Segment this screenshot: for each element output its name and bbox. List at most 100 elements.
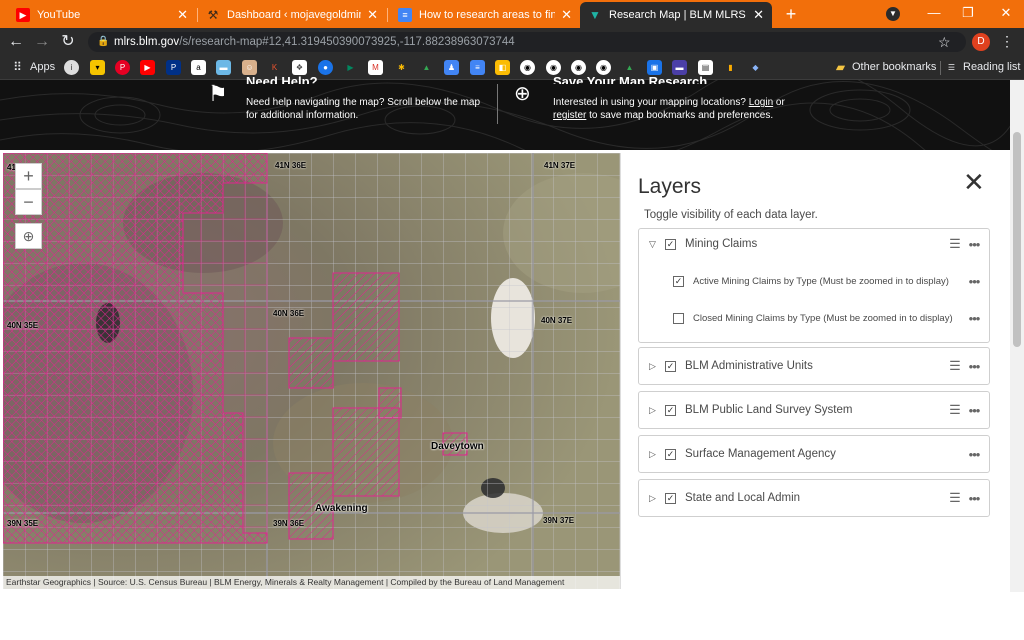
google-play-icon[interactable]: ▶: [343, 60, 358, 75]
url-path: /s/research-map#12,41.319450390073925,-1…: [179, 36, 515, 48]
layer-checkbox[interactable]: ✓: [665, 360, 676, 372]
bookmark-15-icon[interactable]: ▤: [698, 60, 713, 75]
minimize-icon[interactable]: —: [924, 3, 944, 23]
google-docs-bookmark-icon[interactable]: ≡: [470, 60, 485, 75]
close-window-icon[interactable]: ✕: [996, 3, 1016, 23]
browser-menu-icon[interactable]: ⋮: [1000, 33, 1014, 50]
bookmark-14-icon[interactable]: ▬: [672, 60, 687, 75]
bookmark-k-icon[interactable]: K: [267, 60, 282, 75]
layer-checkbox[interactable]: ✓: [665, 448, 676, 460]
drag-handle-icon[interactable]: ☰: [947, 358, 963, 374]
chevron-right-icon[interactable]: ▷: [649, 493, 661, 504]
drag-handle-icon[interactable]: ☰: [947, 236, 963, 252]
zoom-in-button[interactable]: +: [15, 163, 42, 189]
url-field[interactable]: 🔒 mlrs.blm.gov/s/research-map#12,41.3194…: [88, 32, 966, 52]
tab-dashboard[interactable]: ⚒ Dashboard ‹ mojavegoldmining.com ✕: [198, 2, 386, 28]
profile-media-icon[interactable]: ▼: [886, 7, 900, 21]
place-label: Awakening: [315, 503, 368, 514]
bookmark-9-icon[interactable]: ◉: [546, 60, 561, 75]
close-tab-icon[interactable]: ✕: [177, 7, 188, 23]
pinterest-icon[interactable]: P: [115, 60, 130, 75]
layer-row[interactable]: ▷ ✓ State and Local Admin ☰ •••: [639, 483, 991, 513]
more-options-icon[interactable]: •••: [963, 359, 985, 374]
bookmark-3-icon[interactable]: ☺: [242, 60, 257, 75]
chevron-right-icon[interactable]: ▷: [649, 405, 661, 416]
layer-row[interactable]: ▷ ✓ Surface Management Agency •••: [639, 439, 991, 469]
bookmark-11-icon[interactable]: ◉: [596, 60, 611, 75]
topographic-pattern: [0, 80, 1024, 150]
analytics-icon[interactable]: ▮: [723, 60, 738, 75]
amazon-icon[interactable]: a: [191, 60, 206, 75]
avatar[interactable]: D: [972, 33, 990, 51]
bookmark-2-icon[interactable]: ▬: [216, 60, 231, 75]
bookmark-star-icon[interactable]: ☆: [938, 32, 951, 52]
bookmark-12-icon[interactable]: ▲: [622, 60, 637, 75]
layer-label: BLM Administrative Units: [685, 360, 813, 372]
layer-checkbox[interactable]: ✓: [665, 404, 676, 416]
layer-row[interactable]: ▽ ✓ Mining Claims ☰ •••: [639, 229, 991, 259]
layer-row[interactable]: ▷ ✓ BLM Public Land Survey System ☰ •••: [639, 395, 991, 425]
layer-label: Surface Management Agency: [685, 448, 836, 460]
map-view[interactable]: 41N 36E 41N 37E 40N 35E 40N 36E 40N 37E …: [3, 153, 620, 589]
layer-checkbox[interactable]: ✓: [665, 238, 676, 250]
close-icon[interactable]: ✕: [963, 169, 985, 195]
bookmark-5-icon[interactable]: ●: [318, 60, 333, 75]
info-icon[interactable]: i: [64, 60, 79, 75]
tab-how-to-research[interactable]: ≡ How to research areas to find gold ✕: [390, 2, 580, 28]
bookmark-10-icon[interactable]: ◉: [571, 60, 586, 75]
close-tab-icon[interactable]: ✕: [561, 7, 572, 23]
bookmark-1-icon[interactable]: ▾: [90, 60, 105, 75]
drag-handle-icon[interactable]: ☰: [947, 402, 963, 418]
more-options-icon[interactable]: •••: [963, 311, 985, 326]
paypal-icon[interactable]: P: [166, 60, 181, 75]
layer-label: Mining Claims: [685, 238, 758, 250]
drag-handle-icon[interactable]: ☰: [947, 490, 963, 506]
more-options-icon[interactable]: •••: [963, 274, 985, 289]
back-arrow-icon[interactable]: ←: [6, 32, 26, 52]
close-tab-icon[interactable]: ✕: [753, 7, 764, 23]
close-tab-icon[interactable]: ✕: [367, 7, 378, 23]
more-options-icon[interactable]: •••: [963, 403, 985, 418]
apps-grid-icon[interactable]: ⠿: [10, 60, 25, 75]
youtube-bookmark-icon[interactable]: ▶: [140, 60, 155, 75]
more-options-icon[interactable]: •••: [963, 491, 985, 506]
sublayer-checkbox[interactable]: ✓: [673, 275, 684, 287]
reload-icon[interactable]: ↻: [58, 32, 78, 52]
new-tab-button[interactable]: +: [782, 4, 800, 24]
satellite-map[interactable]: [3, 153, 620, 589]
apps-link[interactable]: Apps: [30, 61, 55, 73]
bookmark-7-icon[interactable]: ◧: [495, 60, 510, 75]
other-bookmarks-link[interactable]: Other bookmarks: [852, 61, 936, 73]
tab-research-map[interactable]: ▼ Research Map | BLM MLRS ✕: [580, 2, 772, 28]
chevron-down-icon[interactable]: ▽: [649, 239, 661, 250]
photos-icon[interactable]: ✱: [394, 60, 409, 75]
bookmark-16-icon[interactable]: ◆: [748, 60, 763, 75]
google-drive-icon[interactable]: ▲: [419, 60, 434, 75]
bookmark-8-icon[interactable]: ◉: [520, 60, 535, 75]
bookmark-13-icon[interactable]: ▣: [647, 60, 662, 75]
bookmark-4-icon[interactable]: ❖: [292, 60, 307, 75]
chevron-right-icon[interactable]: ▷: [649, 449, 661, 460]
more-options-icon[interactable]: •••: [963, 447, 985, 462]
sublayer-row[interactable]: Closed Mining Claims by Type (Must be zo…: [639, 303, 991, 333]
township-label: 39N 36E: [273, 519, 305, 528]
forward-arrow-icon[interactable]: →: [32, 32, 52, 52]
bookmark-6-icon[interactable]: ♟: [444, 60, 459, 75]
township-label: 41N 37E: [544, 161, 576, 170]
locate-button[interactable]: ⊕: [15, 223, 42, 249]
more-options-icon[interactable]: •••: [963, 237, 985, 252]
restore-icon[interactable]: ❐: [958, 3, 978, 23]
page-scrollbar[interactable]: [1010, 80, 1024, 592]
zoom-out-button[interactable]: −: [15, 189, 42, 215]
layer-checkbox[interactable]: ✓: [665, 492, 676, 504]
reading-list-link[interactable]: Reading list: [963, 61, 1020, 73]
scrollbar-thumb[interactable]: [1013, 132, 1021, 347]
register-link[interactable]: register: [553, 110, 586, 121]
gmail-icon[interactable]: M: [368, 60, 383, 75]
layer-row[interactable]: ▷ ✓ BLM Administrative Units ☰ •••: [639, 351, 991, 381]
login-link[interactable]: Login: [749, 97, 773, 108]
sublayer-checkbox[interactable]: [673, 312, 684, 324]
tab-youtube[interactable]: ▶ YouTube ✕: [8, 2, 196, 28]
sublayer-row[interactable]: ✓ Active Mining Claims by Type (Must be …: [639, 266, 991, 296]
chevron-right-icon[interactable]: ▷: [649, 361, 661, 372]
